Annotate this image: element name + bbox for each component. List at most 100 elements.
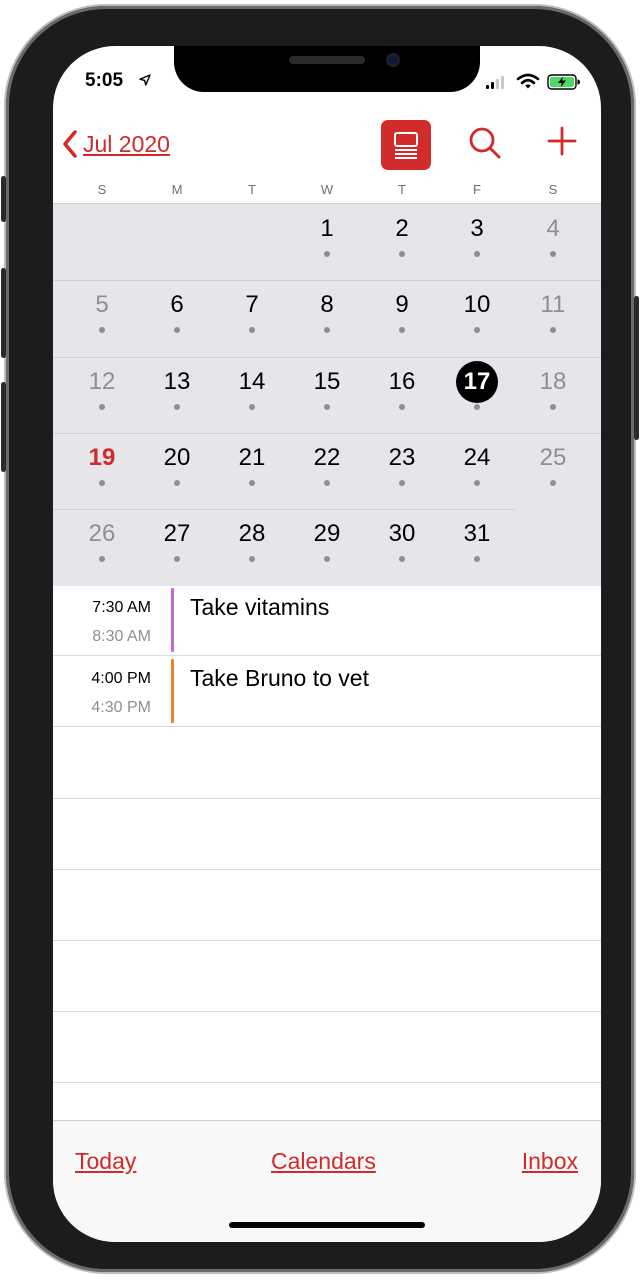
empty-row-divider	[53, 869, 601, 870]
day-cell[interactable]: 14	[227, 367, 277, 410]
home-indicator	[229, 1222, 425, 1228]
search-icon[interactable]	[468, 126, 502, 160]
day-number: 24	[463, 444, 491, 471]
phone-frame: 5:05 Jul 2020 S M T W T F S 1 2 3 4 5 6 …	[1, 6, 639, 1272]
month-year-label: Jul 2020	[83, 130, 170, 157]
day-cell[interactable]: 23	[377, 443, 427, 486]
weekday-label: F	[473, 182, 481, 197]
inbox-button[interactable]: Inbox	[522, 1148, 578, 1175]
event-indicator-dot	[174, 327, 180, 333]
day-cell[interactable]: 24	[452, 443, 502, 486]
day-number: 21	[238, 444, 266, 471]
day-number: 16	[388, 368, 416, 395]
event-indicator-dot	[474, 251, 480, 257]
event-indicator-dot	[550, 327, 556, 333]
day-cell[interactable]: 9	[377, 290, 427, 333]
day-cell[interactable]: 4	[528, 214, 578, 257]
day-cell[interactable]: 31	[452, 519, 502, 562]
speaker-grille	[289, 56, 365, 64]
location-arrow-icon	[139, 74, 151, 86]
day-cell[interactable]: 21	[227, 443, 277, 486]
event-indicator-dot	[399, 251, 405, 257]
day-number: 14	[238, 368, 266, 395]
day-cell[interactable]: 10	[452, 290, 502, 333]
day-number: 23	[388, 444, 416, 471]
event-indicator-dot	[550, 404, 556, 410]
day-number: 4	[546, 215, 560, 242]
day-cell[interactable]: 5	[77, 290, 127, 333]
event-indicator-dot	[249, 480, 255, 486]
event-item[interactable]: 7:30 AM 8:30 AM Take vitamins	[53, 585, 601, 656]
day-cell[interactable]: 30	[377, 519, 427, 562]
day-number: 19	[88, 444, 116, 471]
day-cell[interactable]: 29	[302, 519, 352, 562]
day-number: 29	[313, 520, 341, 547]
today-button[interactable]: Today	[75, 1148, 136, 1175]
day-cell[interactable]: 25	[528, 443, 578, 486]
day-cell[interactable]: 6	[152, 290, 202, 333]
day-cell[interactable]: 8	[302, 290, 352, 333]
week-row-divider	[53, 357, 601, 358]
list-view-button[interactable]	[381, 120, 431, 170]
screen: 5:05 Jul 2020 S M T W T F S 1 2 3 4 5 6 …	[53, 46, 601, 1242]
day-cell[interactable]: 12	[77, 367, 127, 410]
day-cell[interactable]: 27	[152, 519, 202, 562]
month-grid: 1 2 3 4 5 6 7 8 9 10 11 12 13 14 15 16 17 18 19 20 21 22 23 24 2…	[53, 203, 601, 586]
day-number: 22	[313, 444, 341, 471]
day-cell-today[interactable]: 17	[452, 361, 502, 410]
event-indicator-dot	[474, 327, 480, 333]
day-cell[interactable]: 28	[227, 519, 277, 562]
day-cell[interactable]: 3	[452, 214, 502, 257]
front-camera	[386, 53, 400, 67]
week-row-divider	[53, 509, 515, 510]
day-cell[interactable]: 20	[152, 443, 202, 486]
day-number: 31	[463, 520, 491, 547]
day-cell[interactable]: 7	[227, 290, 277, 333]
weekday-label: M	[171, 182, 183, 197]
mute-switch	[1, 176, 6, 222]
day-number: 2	[395, 215, 409, 242]
event-indicator-dot	[99, 556, 105, 562]
day-cell[interactable]: 13	[152, 367, 202, 410]
day-number: 13	[163, 368, 191, 395]
day-number: 25	[539, 444, 567, 471]
events-list: 7:30 AM 8:30 AM Take vitamins 4:00 PM 4:…	[53, 585, 601, 727]
event-indicator-dot	[324, 480, 330, 486]
day-number: 10	[463, 291, 491, 318]
power-button	[634, 296, 639, 440]
weekday-label: T	[398, 182, 406, 197]
day-number: 7	[245, 291, 259, 318]
day-number: 15	[313, 368, 341, 395]
day-number: 17	[456, 361, 498, 403]
day-number: 5	[95, 291, 109, 318]
event-indicator-dot	[324, 556, 330, 562]
day-cell[interactable]: 26	[77, 519, 127, 562]
event-end-time: 8:30 AM	[92, 628, 151, 645]
weekday-label: S	[97, 182, 107, 197]
day-cell[interactable]: 18	[528, 367, 578, 410]
day-cell[interactable]: 2	[377, 214, 427, 257]
calendars-button[interactable]: Calendars	[271, 1148, 376, 1175]
day-number: 9	[395, 291, 409, 318]
day-cell[interactable]: 16	[377, 367, 427, 410]
cellular-signal-icon	[486, 76, 504, 89]
chevron-left-icon	[63, 130, 77, 158]
day-number: 3	[470, 215, 484, 242]
day-cell[interactable]: 22	[302, 443, 352, 486]
event-indicator-dot	[550, 480, 556, 486]
battery-charging-icon	[547, 74, 580, 90]
event-indicator-dot	[474, 556, 480, 562]
plus-icon[interactable]	[547, 126, 577, 156]
day-cell[interactable]: 11	[528, 290, 578, 333]
event-calendar-color-bar	[171, 659, 174, 723]
event-indicator-dot	[174, 556, 180, 562]
day-cell[interactable]: 19	[77, 443, 127, 486]
event-indicator-dot	[249, 404, 255, 410]
weekday-label: T	[248, 182, 256, 197]
day-cell[interactable]: 1	[302, 214, 352, 257]
back-to-month-button[interactable]: Jul 2020	[63, 130, 170, 158]
event-item[interactable]: 4:00 PM 4:30 PM Take Bruno to vet	[53, 656, 601, 727]
day-cell[interactable]: 15	[302, 367, 352, 410]
weekday-header: S M T W T F S	[53, 182, 601, 204]
notch	[174, 46, 480, 92]
